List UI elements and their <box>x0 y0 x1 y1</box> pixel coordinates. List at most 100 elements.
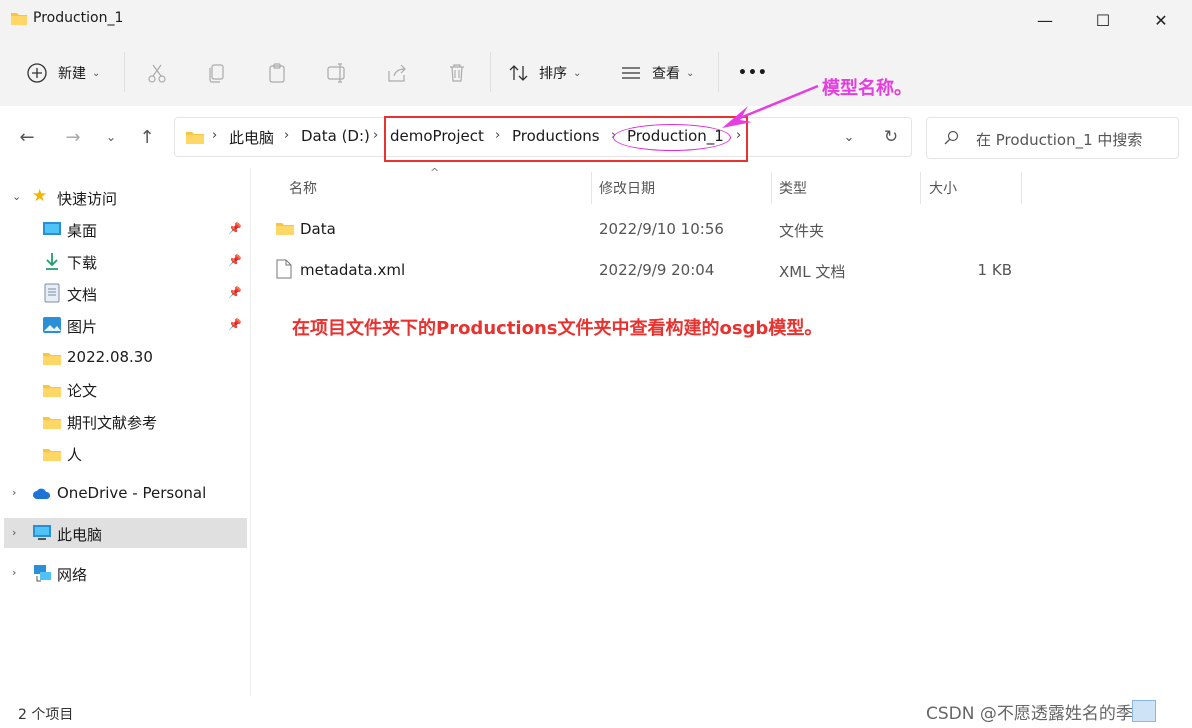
paste-icon <box>269 63 285 83</box>
share-button[interactable] <box>382 58 412 88</box>
search-placeholder: 在 Production_1 中搜索 <box>976 131 1143 149</box>
folder-icon <box>43 385 61 397</box>
column-header-type[interactable]: 类型 <box>779 178 807 198</box>
breadcrumb-data-drive[interactable]: Data (D:) <box>301 127 370 145</box>
folder-icon <box>43 353 61 365</box>
sidebar-item-label: 人 <box>67 446 83 464</box>
address-dropdown-button[interactable]: ⌄ <box>834 122 864 152</box>
sidebar-item-label: 文档 <box>67 286 98 304</box>
arrow-right-icon: → <box>65 126 81 148</box>
sidebar-item-quick-access[interactable]: ⌄ ★ 快速访问 <box>0 182 248 212</box>
copy-button[interactable] <box>202 58 232 88</box>
column-header-size[interactable]: 大小 <box>929 178 957 198</box>
pin-icon: 📌 <box>228 286 242 299</box>
sidebar-item-label: 快速访问 <box>57 190 118 208</box>
refresh-button[interactable]: ↻ <box>876 122 906 152</box>
sidebar-item-documents[interactable]: 文档 📌 <box>0 278 248 308</box>
arrow-left-icon: ← <box>19 126 35 148</box>
recent-locations-button[interactable]: ⌄ <box>96 122 126 152</box>
sidebar-item-desktop[interactable]: 桌面 📌 <box>0 214 248 244</box>
star-icon: ★ <box>32 186 48 206</box>
sidebar-item-network[interactable]: › 网络 <box>0 558 248 588</box>
close-button[interactable]: ✕ <box>1132 0 1190 40</box>
pin-icon: 📌 <box>228 254 242 267</box>
column-divider[interactable] <box>591 172 592 204</box>
forward-button[interactable]: → <box>58 122 88 152</box>
breadcrumb-separator: › <box>212 128 218 143</box>
sidebar-item-label: 网络 <box>57 566 88 584</box>
chevron-right-icon: › <box>12 486 17 499</box>
window-title: Production_1 <box>33 10 124 26</box>
maximize-button[interactable]: ☐ <box>1074 0 1132 40</box>
column-divider[interactable] <box>771 172 772 204</box>
sidebar-item-downloads[interactable]: 下载 📌 <box>0 246 248 276</box>
file-modified: 2022/9/9 20:04 <box>599 261 715 279</box>
breadcrumb-separator: › <box>373 128 379 143</box>
sidebar-item-pictures[interactable]: 图片 📌 <box>0 310 248 340</box>
chevron-down-icon: ⌄ <box>92 67 101 79</box>
sidebar-item-onedrive[interactable]: › OneDrive - Personal <box>0 478 248 508</box>
chevron-down-icon: ⌄ <box>843 129 855 145</box>
folder-icon <box>43 417 61 429</box>
cloud-icon <box>33 488 51 499</box>
view-icon <box>622 67 640 79</box>
view-label: 查看 <box>652 66 680 82</box>
sidebar-item-label: 图片 <box>67 318 98 336</box>
desktop-icon <box>43 222 61 235</box>
new-button[interactable]: 新建 ⌄ <box>26 57 100 89</box>
command-bar <box>0 40 1192 106</box>
back-button[interactable]: ← <box>12 122 42 152</box>
file-name: Data <box>300 220 336 238</box>
column-divider[interactable] <box>920 172 921 204</box>
minimize-button[interactable]: — <box>1016 0 1074 40</box>
rename-button[interactable] <box>322 58 352 88</box>
paste-button[interactable] <box>262 58 292 88</box>
chevron-down-icon: ⌄ <box>686 67 695 79</box>
annotation-arrow <box>722 84 819 128</box>
share-icon <box>388 64 406 82</box>
chevron-down-icon: ⌄ <box>12 190 22 203</box>
table-row[interactable]: metadata.xml 2022/9/9 20:04 XML 文档 1 KB <box>262 253 1022 287</box>
sidebar-item-label: 桌面 <box>67 222 98 240</box>
plus-circle-icon <box>27 63 47 83</box>
sidebar-item-folder[interactable]: 人 <box>0 438 248 468</box>
title-bar <box>0 0 1192 40</box>
tiles-view-toggle[interactable] <box>1160 700 1184 722</box>
details-view-toggle[interactable] <box>1132 700 1156 722</box>
chevron-right-icon: › <box>12 566 17 579</box>
breadcrumb-this-pc[interactable]: 此电脑 <box>229 127 274 148</box>
sidebar-item-folder[interactable]: 2022.08.30 <box>0 342 248 372</box>
pin-icon: 📌 <box>228 318 242 331</box>
refresh-icon: ↻ <box>883 127 899 147</box>
sidebar-item-folder[interactable]: 期刊文献参考 <box>0 406 248 436</box>
watermark: CSDN @不愿透露姓名的季节 <box>926 704 1150 724</box>
new-label: 新建 <box>58 66 86 82</box>
column-header-modified[interactable]: 修改日期 <box>599 178 655 198</box>
delete-button[interactable] <box>442 58 472 88</box>
sidebar-item-label: 论文 <box>67 382 98 400</box>
pin-icon: 📌 <box>228 222 242 235</box>
table-row[interactable]: Data 2022/9/10 10:56 文件夹 <box>262 212 1022 246</box>
up-button[interactable]: ↑ <box>132 122 162 152</box>
sidebar-item-this-pc[interactable]: › 此电脑 <box>4 518 247 548</box>
cut-button[interactable] <box>142 58 172 88</box>
file-type: 文件夹 <box>779 222 825 240</box>
sort-button[interactable]: 排序 ⌄ <box>508 57 581 89</box>
file-size: 1 KB <box>977 261 1012 279</box>
download-icon <box>46 253 58 270</box>
sidebar-item-folder[interactable]: 论文 <box>0 374 248 404</box>
annotation-model-name: 模型名称。 <box>822 78 912 99</box>
view-button[interactable]: 查看 ⌄ <box>620 57 694 89</box>
chevron-down-icon: ⌄ <box>573 67 582 79</box>
column-header-name[interactable]: 名称 <box>289 178 317 198</box>
chevron-right-icon: › <box>12 526 17 539</box>
folder-icon <box>186 132 204 144</box>
trash-icon <box>450 64 464 82</box>
toolbar-divider <box>490 52 491 92</box>
sort-ascending-icon: ^ <box>430 166 440 179</box>
sidebar-item-label: 2022.08.30 <box>67 348 153 366</box>
toolbar-divider <box>124 52 125 92</box>
column-divider[interactable] <box>1021 172 1022 204</box>
copy-icon <box>209 64 224 83</box>
network-icon <box>34 565 51 582</box>
